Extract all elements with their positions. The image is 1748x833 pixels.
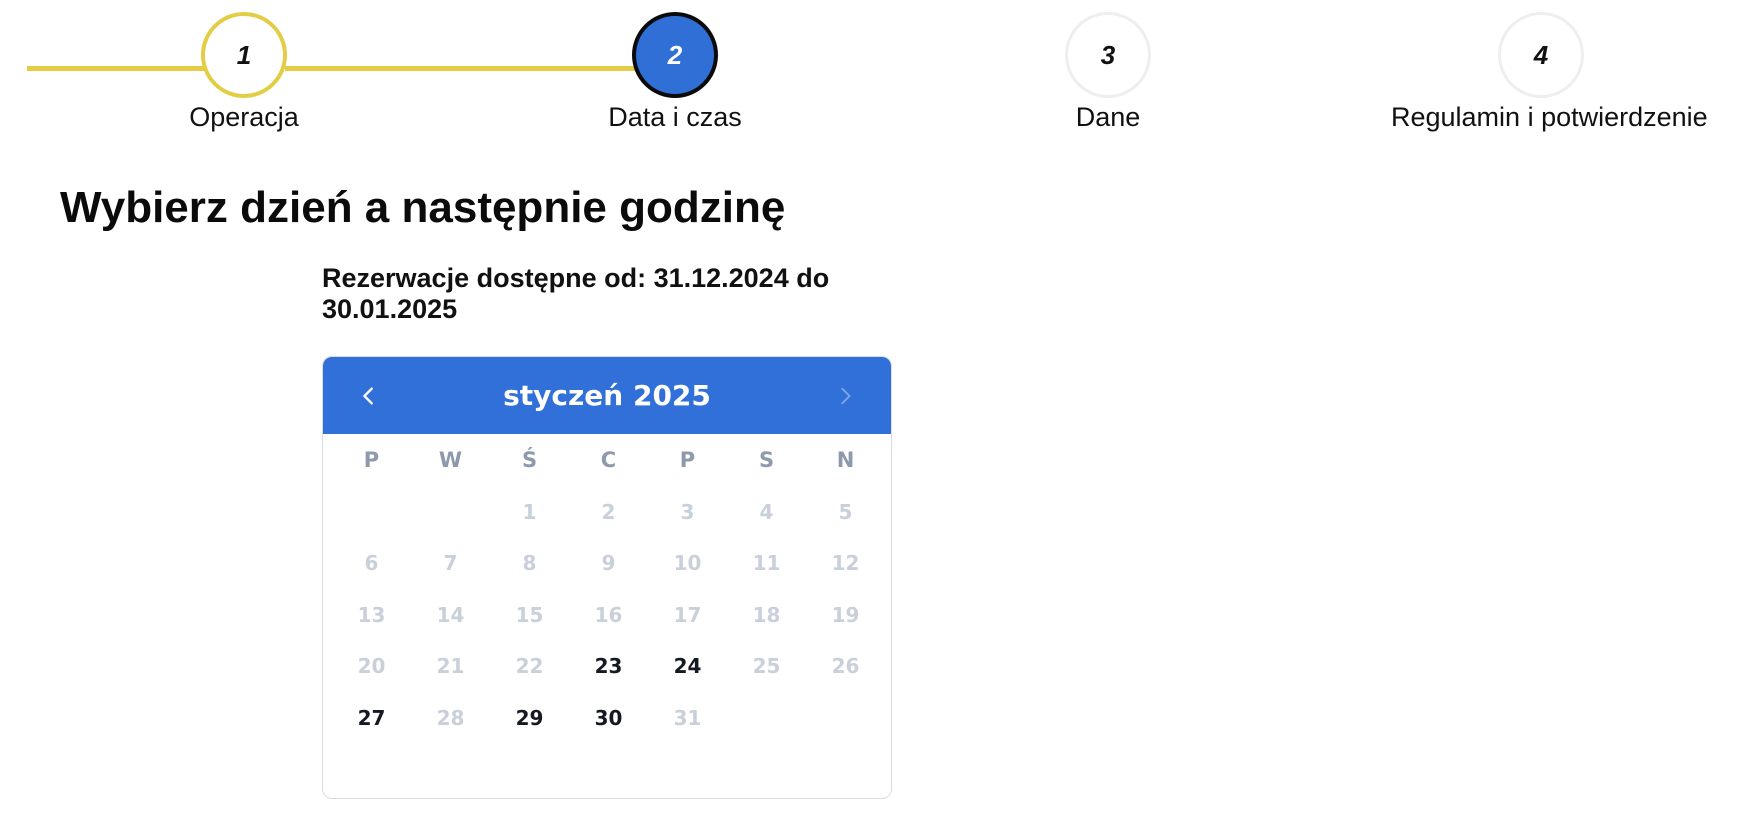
calendar-day-available[interactable]: 23 [569, 641, 648, 693]
step-label: Regulamin i potwierdzenie [1391, 102, 1708, 132]
calendar-day-disabled: 15 [515, 602, 544, 627]
weekday-label: Ś [521, 448, 538, 472]
calendar-day-disabled: 21 [436, 654, 465, 679]
progress-stepper: 1 Operacja 2 Data i czas 3 Dane 4 Regula… [0, 0, 1748, 150]
weekday-label: W [438, 448, 463, 472]
calendar-day-empty [806, 692, 885, 744]
calendar-day-disabled: 17 [673, 602, 702, 627]
step-label: Operacja [189, 102, 299, 132]
calendar-day-disabled: 14 [436, 602, 465, 627]
calendar-week-row: 1 2 3 4 5 [332, 486, 891, 538]
calendar-week-row: 20 21 22 23 24 25 26 [332, 641, 891, 693]
calendar-day-disabled: 13 [357, 602, 386, 627]
calendar-day-disabled: 2 [601, 499, 616, 524]
calendar-day-disabled: 10 [673, 551, 702, 576]
calendar-header: styczeń 2025 [323, 357, 891, 434]
chevron-left-icon [363, 386, 373, 405]
calendar-day-disabled: 4 [759, 499, 774, 524]
calendar-day-disabled: 7 [443, 551, 458, 576]
calendar-day-available[interactable]: 30 [569, 692, 648, 744]
date-picker-calendar: styczeń 2025 P W Ś C P S N 1 2 3 4 5 6 7 8 9 10 11… [322, 356, 892, 799]
calendar-day-disabled: 11 [752, 551, 781, 576]
calendar-day-disabled: 25 [752, 654, 781, 679]
calendar-day-disabled: 20 [357, 654, 386, 679]
step-number-circle: 2 [632, 12, 718, 98]
page-title: Wybierz dzień a następnie godzinę [60, 183, 786, 232]
step-label: Data i czas [608, 102, 742, 132]
calendar-day-disabled: 6 [364, 551, 379, 576]
step-dane: 3 Dane [958, 12, 1258, 133]
calendar-day-disabled: 3 [680, 499, 695, 524]
chevron-right-icon [841, 387, 851, 404]
calendar-day-empty [332, 486, 411, 538]
prev-month-button[interactable] [351, 378, 387, 414]
calendar-day-disabled: 22 [515, 654, 544, 679]
step-label: Dane [1075, 102, 1141, 132]
calendar-day-disabled: 26 [831, 654, 860, 679]
step-regulamin: 4 Regulamin i potwierdzenie [1391, 12, 1708, 133]
calendar-day-disabled: 28 [436, 705, 465, 730]
step-number-circle: 3 [1065, 12, 1151, 98]
step-number-circle: 1 [201, 12, 287, 98]
calendar-week-row: 13 14 15 16 17 18 19 [332, 589, 891, 641]
calendar-weeks: 1 2 3 4 5 6 7 8 9 10 11 12 13 14 15 16 17 18 19 20 21 22 23 24 2… [332, 486, 891, 744]
calendar-day-disabled: 16 [594, 602, 623, 627]
calendar-day-available[interactable]: 29 [490, 692, 569, 744]
calendar-week-row: 27 28 29 30 31 [332, 692, 891, 744]
step-operacja[interactable]: 1 Operacja [94, 12, 394, 133]
calendar-day-empty [411, 486, 490, 538]
calendar-day-disabled: 31 [673, 705, 702, 730]
calendar-day-disabled: 1 [522, 499, 537, 524]
next-month-button[interactable] [827, 378, 863, 414]
weekday-label: P [679, 448, 696, 472]
calendar-month-label: styczeń 2025 [503, 379, 711, 412]
calendar-day-empty [727, 692, 806, 744]
calendar-day-available[interactable]: 24 [648, 641, 727, 693]
weekday-label: P [363, 448, 380, 472]
calendar-day-disabled: 18 [752, 602, 781, 627]
availability-range-text: Rezerwacje dostępne od: 31.12.2024 do 30… [322, 263, 830, 324]
calendar-day-disabled: 19 [831, 602, 860, 627]
calendar-day-disabled: 12 [831, 551, 860, 576]
step-data-i-czas[interactable]: 2 Data i czas [525, 12, 825, 133]
weekday-label: N [836, 448, 855, 472]
calendar-day-disabled: 9 [601, 551, 616, 576]
calendar-day-available[interactable]: 27 [332, 692, 411, 744]
calendar-grid: P W Ś C P S N 1 2 3 4 5 6 7 8 9 10 11 12 13 14 15 16 17 1… [323, 434, 891, 744]
weekday-label: S [758, 448, 775, 472]
weekday-label: C [600, 448, 617, 472]
calendar-week-row: 6 7 8 9 10 11 12 [332, 538, 891, 590]
step-number-circle: 4 [1498, 12, 1584, 98]
calendar-day-disabled: 8 [522, 551, 537, 576]
weekday-header-row: P W Ś C P S N [332, 434, 891, 486]
calendar-day-disabled: 5 [838, 499, 853, 524]
